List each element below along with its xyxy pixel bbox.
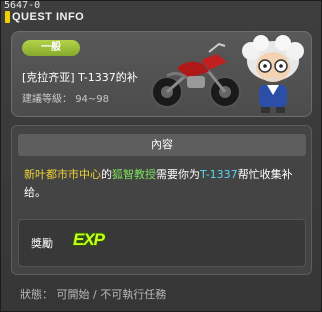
location-link: 新叶都市市中心	[24, 168, 101, 181]
quest-level: 建議等級： 94~98	[22, 90, 109, 105]
quest-summary-card: 一般 [克拉齐亚] T-1337的补 建議等級： 94~98	[11, 31, 312, 117]
reward-box: 獎勵 EXP	[18, 219, 306, 267]
content-header: 內容	[18, 134, 306, 156]
content-panel: 內容 新叶都市市中心的狐智教授需要你为T-1337帮忙收集补给。 獎勵 EXP	[11, 125, 312, 275]
category-badge: 一般	[22, 40, 80, 56]
quest-info-window: 5647-0 QUEST INFO 一般 [克拉齐亚] T-1337的补 建議等…	[0, 0, 322, 312]
target-link: T-1337	[200, 168, 238, 181]
desc-text-of: 的	[101, 168, 112, 181]
desc-text-middle: 需要你为	[156, 168, 200, 181]
level-label: 建議等級：	[22, 94, 72, 105]
quest-name: [克拉齐亚] T-1337的补	[22, 71, 138, 84]
quest-description: 新叶都市市中心的狐智教授需要你为T-1337帮忙收集补给。	[24, 166, 306, 202]
reward-label: 獎勵	[31, 237, 53, 250]
professor-npc-icon	[242, 35, 304, 113]
title-marker-icon	[5, 11, 10, 23]
window-id: 5647-0	[4, 0, 41, 11]
npc-link: 狐智教授	[112, 168, 156, 181]
window-title: QUEST INFO	[12, 11, 85, 23]
level-range: 94~98	[75, 94, 110, 105]
motorcycle-icon	[151, 42, 241, 108]
quest-status: 狀態： 可開始 / 不可執行任務	[20, 288, 167, 301]
exp-icon: EXP	[73, 230, 105, 249]
